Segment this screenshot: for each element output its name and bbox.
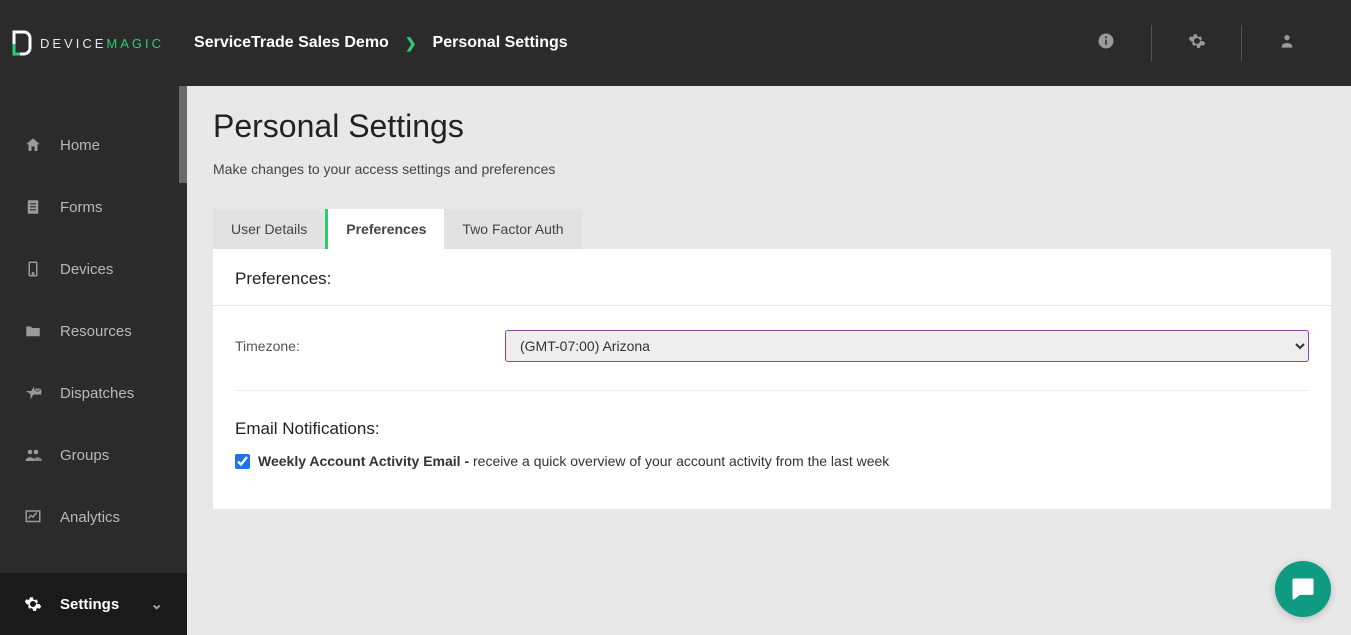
chat-icon — [1289, 575, 1317, 603]
annotation-arrow-icon — [1337, 362, 1351, 542]
sidebar-item-label: Dispatches — [60, 385, 134, 402]
sidebar: Home Forms Devices Resources Dispatches … — [0, 86, 187, 635]
timezone-select[interactable]: (GMT-07:00) Arizona — [505, 330, 1309, 362]
sidebar-item-label: Devices — [60, 261, 113, 278]
folder-icon — [24, 322, 42, 340]
sidebar-item-label: Settings — [60, 596, 119, 613]
weekly-email-row[interactable]: Weekly Account Activity Email - receive … — [235, 453, 1309, 469]
analytics-icon — [24, 508, 42, 526]
page-title: Personal Settings — [213, 108, 1331, 145]
sidebar-item-settings[interactable]: Settings ⌄ — [0, 573, 187, 635]
user-icon[interactable] — [1279, 32, 1295, 55]
weekly-email-checkbox[interactable] — [235, 454, 250, 469]
logo[interactable]: DEVICEMAGIC — [10, 30, 164, 56]
gear-icon[interactable] — [1188, 32, 1206, 55]
sidebar-item-devices[interactable]: Devices — [0, 238, 187, 300]
info-icon[interactable] — [1097, 32, 1115, 55]
tab-user-details[interactable]: User Details — [213, 209, 325, 249]
logo-text: DEVICEMAGIC — [40, 36, 164, 51]
breadcrumb-page: Personal Settings — [433, 34, 568, 52]
preferences-heading: Preferences: — [235, 269, 1309, 289]
sidebar-item-resources[interactable]: Resources — [0, 300, 187, 362]
dispatch-icon — [24, 384, 42, 402]
sidebar-scrollbar[interactable] — [179, 86, 187, 183]
sidebar-item-groups[interactable]: Groups — [0, 424, 187, 486]
preferences-panel: Preferences: Timezone: (GMT-07:00) Arizo… — [213, 249, 1331, 509]
breadcrumb: ServiceTrade Sales Demo ❯ Personal Setti… — [194, 34, 568, 52]
chevron-right-icon: ❯ — [405, 35, 417, 52]
sidebar-item-label: Home — [60, 137, 100, 154]
page-subtitle: Make changes to your access settings and… — [213, 161, 1331, 177]
gear-icon — [24, 595, 42, 613]
chat-launcher[interactable] — [1275, 561, 1331, 617]
timezone-label: Timezone: — [235, 338, 485, 354]
header-actions — [1061, 25, 1331, 61]
tab-preferences[interactable]: Preferences — [325, 209, 444, 249]
sidebar-item-label: Groups — [60, 447, 109, 464]
tab-two-factor[interactable]: Two Factor Auth — [444, 209, 581, 249]
sidebar-item-dispatches[interactable]: Dispatches — [0, 362, 187, 424]
home-icon — [24, 136, 42, 154]
divider — [213, 305, 1331, 306]
sidebar-item-analytics[interactable]: Analytics — [0, 486, 187, 548]
devicemagic-logo-icon — [10, 30, 32, 56]
top-header: DEVICEMAGIC ServiceTrade Sales Demo ❯ Pe… — [0, 0, 1351, 86]
breadcrumb-org[interactable]: ServiceTrade Sales Demo — [194, 34, 389, 52]
sidebar-item-label: Forms — [60, 199, 103, 216]
main-content: Personal Settings Make changes to your a… — [187, 86, 1351, 635]
sidebar-item-label: Analytics — [60, 509, 120, 526]
chevron-down-icon: ⌄ — [150, 595, 163, 613]
sidebar-item-home[interactable]: Home — [0, 114, 187, 176]
sidebar-item-label: Resources — [60, 323, 132, 340]
sidebar-item-forms[interactable]: Forms — [0, 176, 187, 238]
devices-icon — [24, 260, 42, 278]
tabs: User Details Preferences Two Factor Auth — [213, 209, 582, 249]
email-notifications-heading: Email Notifications: — [235, 419, 1309, 439]
timezone-row: Timezone: (GMT-07:00) Arizona — [235, 330, 1309, 391]
forms-icon — [24, 198, 42, 216]
groups-icon — [24, 446, 42, 464]
weekly-email-text: Weekly Account Activity Email - receive … — [258, 453, 889, 469]
